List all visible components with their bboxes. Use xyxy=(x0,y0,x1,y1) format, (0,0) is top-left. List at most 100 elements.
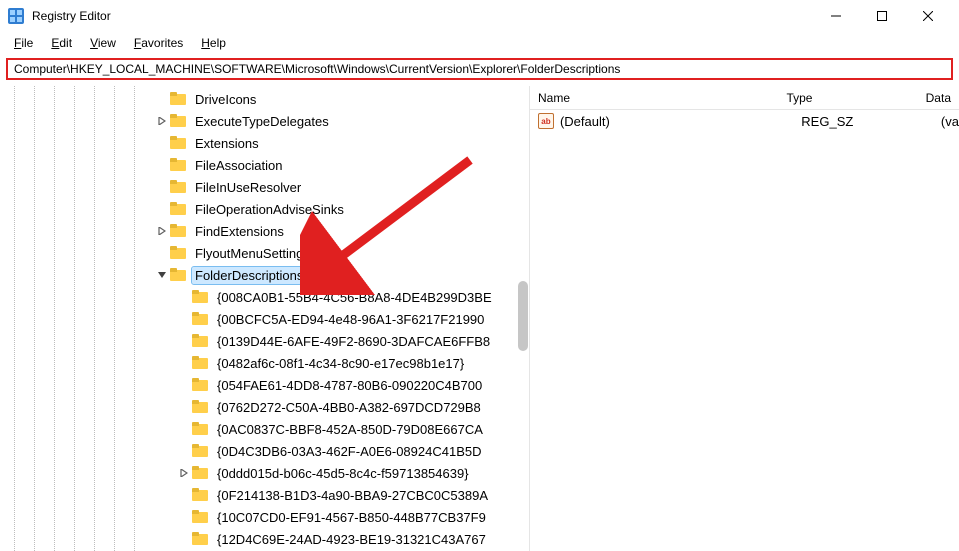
tree-item-child[interactable]: {008CA0B1-55B4-4C56-B8A8-4DE4B299D3BE xyxy=(0,286,529,308)
tree-item-child[interactable]: {0139D44E-6AFE-49F2-8690-3DAFCAE6FFB8 xyxy=(0,330,529,352)
tree-item-label: {0ddd015d-b06c-45d5-8c4c-f59713854639} xyxy=(214,465,472,482)
menu-edit[interactable]: Edit xyxy=(43,34,80,52)
maximize-button[interactable] xyxy=(859,0,905,32)
tree-item-label: {10C07CD0-EF91-4567-B850-448B77CB37F9 xyxy=(214,509,489,526)
string-value-icon: ab xyxy=(538,113,554,129)
tree-scrollbar-thumb[interactable] xyxy=(518,281,528,351)
menubar: File Edit View Favorites Help xyxy=(0,32,959,54)
tree-item-child[interactable]: {0ddd015d-b06c-45d5-8c4c-f59713854639} xyxy=(0,462,529,484)
tree-item-label: {0F214138-B1D3-4a90-BBA9-27CBC0C5389A xyxy=(214,487,491,504)
content: DriveIcons ExecuteTypeDelegates Extensions… xyxy=(0,86,959,551)
folder-icon xyxy=(170,158,186,172)
tree-item-label: FileOperationAdviseSinks xyxy=(192,201,347,218)
tree-item-label: {0D4C3DB6-03A3-462F-A0E6-08924C41B5D xyxy=(214,443,485,460)
address-input[interactable]: Computer\HKEY_LOCAL_MACHINE\SOFTWARE\Mic… xyxy=(6,58,953,80)
expander-icon[interactable] xyxy=(154,223,170,239)
window-title: Registry Editor xyxy=(32,9,111,23)
tree-item-child[interactable]: {0D4C3DB6-03A3-462F-A0E6-08924C41B5D xyxy=(0,440,529,462)
column-headers: Name Type Data xyxy=(530,86,959,110)
regedit-icon xyxy=(8,8,24,24)
tree-item-child[interactable]: {10C07CD0-EF91-4567-B850-448B77CB37F9 xyxy=(0,506,529,528)
tree-item-label: Extensions xyxy=(192,135,262,152)
folder-icon xyxy=(192,290,208,304)
close-button[interactable] xyxy=(905,0,951,32)
tree-item-child[interactable]: {12D4C69E-24AD-4923-BE19-31321C43A767 xyxy=(0,528,529,550)
expander-icon xyxy=(176,289,192,305)
column-data[interactable]: Data xyxy=(918,87,959,109)
menu-help[interactable]: Help xyxy=(193,34,234,52)
tree-item[interactable]: ExecuteTypeDelegates xyxy=(0,110,529,132)
tree-item-label: {12D4C69E-24AD-4923-BE19-31321C43A767 xyxy=(214,531,489,548)
minimize-button[interactable] xyxy=(813,0,859,32)
tree-item[interactable]: FileAssociation xyxy=(0,154,529,176)
expander-icon xyxy=(176,377,192,393)
tree-item-label: {0762D272-C50A-4BB0-A382-697DCD729B8 xyxy=(214,399,484,416)
tree-item-selected[interactable]: FolderDescriptions xyxy=(0,264,529,286)
tree-item-child[interactable]: {0F214138-B1D3-4a90-BBA9-27CBC0C5389A xyxy=(0,484,529,506)
column-type[interactable]: Type xyxy=(778,87,917,109)
tree-item-label: FlyoutMenuSettings xyxy=(192,245,313,262)
folder-icon xyxy=(170,136,186,150)
tree-item-label: DriveIcons xyxy=(192,91,259,108)
folder-icon xyxy=(192,422,208,436)
values-pane[interactable]: Name Type Data ab (Default) REG_SZ (va xyxy=(530,86,959,551)
addressbar-container: Computer\HKEY_LOCAL_MACHINE\SOFTWARE\Mic… xyxy=(0,54,959,86)
folder-icon xyxy=(170,224,186,238)
tree-item-child[interactable]: {0AC0837C-BBF8-452A-850D-79D08E667CA xyxy=(0,418,529,440)
tree-item-label: FolderDescriptions xyxy=(192,267,306,284)
expander-icon xyxy=(154,201,170,217)
tree-item-child[interactable]: {054FAE61-4DD8-4787-80B6-090220C4B700 xyxy=(0,374,529,396)
tree-item[interactable]: FlyoutMenuSettings xyxy=(0,242,529,264)
expander-icon[interactable] xyxy=(176,465,192,481)
tree-item[interactable]: FindExtensions xyxy=(0,220,529,242)
folder-icon xyxy=(170,202,186,216)
menu-favorites[interactable]: Favorites xyxy=(126,34,191,52)
folder-icon xyxy=(170,114,186,128)
expander-icon xyxy=(154,179,170,195)
value-row[interactable]: ab (Default) REG_SZ (va xyxy=(530,110,959,132)
tree-item-label: FindExtensions xyxy=(192,223,287,240)
folder-icon xyxy=(192,532,208,546)
tree-pane[interactable]: DriveIcons ExecuteTypeDelegates Extensions… xyxy=(0,86,530,551)
tree-item-label: {054FAE61-4DD8-4787-80B6-090220C4B700 xyxy=(214,377,485,394)
tree-item[interactable]: FileOperationAdviseSinks xyxy=(0,198,529,220)
folder-icon xyxy=(192,444,208,458)
tree-item-child[interactable]: {0762D272-C50A-4BB0-A382-697DCD729B8 xyxy=(0,396,529,418)
titlebar: Registry Editor xyxy=(0,0,959,32)
tree-item[interactable]: Extensions xyxy=(0,132,529,154)
tree-item-label: {0AC0837C-BBF8-452A-850D-79D08E667CA xyxy=(214,421,486,438)
folder-icon xyxy=(192,356,208,370)
folder-icon xyxy=(192,312,208,326)
tree-item-child[interactable]: {00BCFC5A-ED94-4e48-96A1-3F6217F21990 xyxy=(0,308,529,330)
folder-icon xyxy=(192,510,208,524)
value-name: (Default) xyxy=(560,114,793,129)
expander-icon xyxy=(176,311,192,327)
expander-icon xyxy=(154,91,170,107)
tree-item-label: {008CA0B1-55B4-4C56-B8A8-4DE4B299D3BE xyxy=(214,289,495,306)
tree-item-label: FileInUseResolver xyxy=(192,179,304,196)
folder-icon xyxy=(170,268,186,282)
expander-icon xyxy=(154,157,170,173)
folder-icon xyxy=(170,92,186,106)
address-text: Computer\HKEY_LOCAL_MACHINE\SOFTWARE\Mic… xyxy=(14,62,620,76)
folder-icon xyxy=(192,488,208,502)
window-controls xyxy=(813,0,951,32)
expander-icon[interactable] xyxy=(154,267,170,283)
menu-view[interactable]: View xyxy=(82,34,124,52)
tree-item-child[interactable]: {0482af6c-08f1-4c34-8c90-e17ec98b1e17} xyxy=(0,352,529,374)
folder-icon xyxy=(170,180,186,194)
expander-icon xyxy=(154,135,170,151)
tree-item[interactable]: DriveIcons xyxy=(0,88,529,110)
expander-icon[interactable] xyxy=(154,113,170,129)
expander-icon xyxy=(176,355,192,371)
expander-icon xyxy=(154,245,170,261)
tree-item[interactable]: FileInUseResolver xyxy=(0,176,529,198)
value-data: (va xyxy=(933,114,959,129)
folder-icon xyxy=(192,400,208,414)
tree-item-label: ExecuteTypeDelegates xyxy=(192,113,332,130)
expander-icon xyxy=(176,531,192,547)
menu-file[interactable]: File xyxy=(6,34,41,52)
value-type: REG_SZ xyxy=(793,114,933,129)
tree-item-label: FileAssociation xyxy=(192,157,285,174)
column-name[interactable]: Name xyxy=(530,87,778,109)
